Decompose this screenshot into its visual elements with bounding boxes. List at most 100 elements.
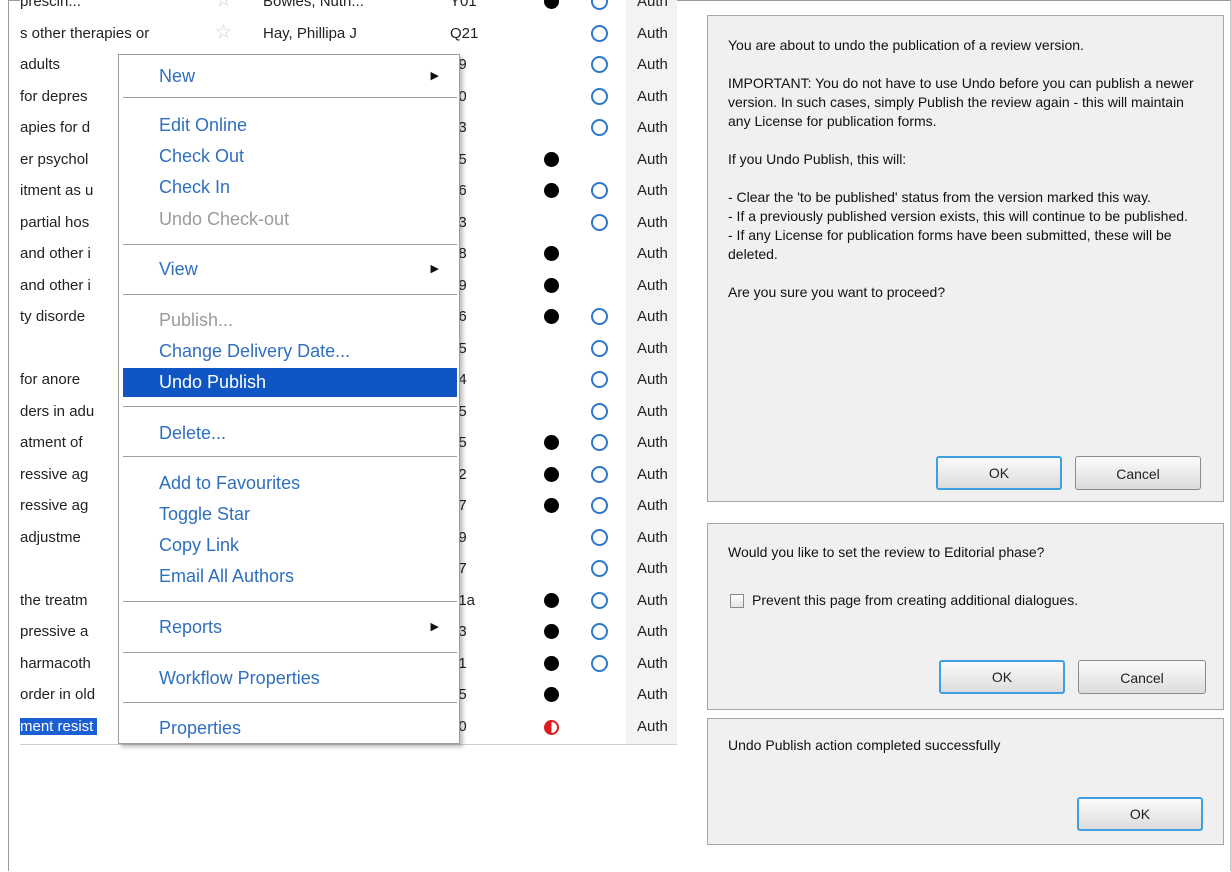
star-icon[interactable]: ☆ (215, 21, 232, 44)
menu-separator (123, 456, 457, 457)
review-title: ment resist (20, 717, 98, 735)
review-title: itment as u (20, 182, 94, 199)
ok-button[interactable]: OK (936, 456, 1062, 490)
review-title: ressive ag (20, 465, 89, 483)
table-row[interactable]: s other therapies or ☆ Hay, Phillipa J Q21 A… (20, 19, 677, 50)
stage-label: Auth (637, 213, 668, 231)
menu-item-label: Toggle Star (159, 504, 251, 524)
open-status-icon (591, 182, 608, 199)
review-code: Y01 (450, 0, 477, 10)
menu-item-label: Check Out (159, 146, 245, 166)
menu-item-change-delivery-date[interactable]: Change Delivery Date... (123, 337, 457, 366)
open-status-icon (591, 402, 608, 420)
review-title: harmacoth (20, 654, 91, 672)
review-title: for depres (20, 87, 88, 105)
menu-item-label: Publish... (159, 310, 234, 330)
review-title: pressive a (20, 623, 89, 640)
stage-label: Auth (637, 402, 668, 420)
stage-label: Auth (637, 150, 668, 168)
menu-item-label: Delete... (159, 423, 227, 443)
menu-item-toggle-star[interactable]: Toggle Star (123, 500, 457, 529)
menu-item-add-to-favourites[interactable]: Add to Favourites (123, 469, 457, 498)
menu-separator (123, 97, 457, 98)
review-title: order in old (20, 686, 96, 703)
half-status-icon (544, 719, 559, 735)
stage-label: Auth (637, 434, 668, 451)
stage-label: Auth (637, 686, 668, 703)
stage-label: Auth (637, 465, 668, 483)
review-title: the treatm (20, 591, 88, 609)
open-status-icon (591, 87, 608, 105)
stage-label: Auth (637, 0, 668, 10)
menu-separator (123, 601, 457, 602)
review-title: for anore (20, 371, 81, 388)
menu-item-properties[interactable]: Properties (123, 714, 457, 743)
review-author: Bowles, Nuth... (263, 0, 364, 10)
submenu-arrow-icon: ▶ (430, 70, 439, 82)
review-title: adjustme (20, 528, 81, 546)
filled-status-icon (544, 183, 559, 198)
menu-separator (123, 406, 457, 407)
menu-item-label: New (159, 66, 196, 86)
menu-item-label: View (159, 259, 198, 279)
stage-label: Auth (637, 623, 668, 640)
filled-status-icon (544, 435, 559, 450)
review-title: prescin... (20, 0, 81, 10)
review-title: er psychol (20, 150, 89, 168)
filled-status-icon (544, 246, 559, 261)
cancel-button[interactable]: Cancel (1075, 456, 1201, 490)
open-status-icon (591, 24, 608, 42)
context-menu: New ▶ Edit Online Check Out Check In Undo Che… (118, 54, 460, 744)
menu-item-view[interactable]: View ▶ (123, 255, 457, 284)
open-status-icon (591, 213, 608, 231)
editorial-phase-dialog: Would you like to set the review to Edit… (707, 523, 1224, 710)
cancel-button[interactable]: Cancel (1078, 660, 1206, 694)
stage-label: Auth (637, 56, 668, 73)
review-title: and other i (20, 245, 91, 262)
menu-item-new[interactable]: New ▶ (123, 62, 457, 91)
menu-item-reports[interactable]: Reports ▶ (123, 613, 457, 642)
stage-label: Auth (637, 717, 668, 735)
filled-status-icon (544, 151, 559, 167)
menu-item-label: Check In (159, 177, 231, 197)
menu-item-label: Email All Authors (159, 566, 295, 586)
review-title: atment of (20, 434, 83, 451)
review-title: ressive ag (20, 497, 89, 514)
review-title: ders in adu (20, 402, 95, 420)
review-code: Q21 (450, 24, 479, 42)
review-author: Hay, Phillipa J (263, 24, 357, 42)
undo-publish-confirm-dialog: You are about to undo the publication of… (707, 15, 1224, 502)
menu-item-label: Undo Publish (159, 372, 267, 392)
ok-button[interactable]: OK (939, 660, 1065, 694)
open-status-icon (591, 119, 608, 136)
menu-item-publish: Publish... (123, 306, 457, 335)
menu-item-edit-online[interactable]: Edit Online (123, 111, 457, 140)
review-title: partial hos (20, 213, 90, 231)
stage-label: Auth (637, 245, 668, 262)
filled-status-icon (544, 592, 559, 608)
review-title: ty disorde (20, 308, 86, 325)
prevent-dialogues-checkbox[interactable] (730, 594, 744, 608)
menu-item-undo-publish[interactable]: Undo Publish (123, 368, 457, 397)
menu-item-check-out[interactable]: Check Out (123, 142, 457, 171)
star-icon[interactable]: ☆ (215, 0, 232, 12)
menu-item-email-all-authors[interactable]: Email All Authors (123, 562, 457, 591)
stage-label: Auth (637, 591, 668, 609)
ok-button[interactable]: OK (1077, 797, 1203, 831)
review-title: s other therapies or (20, 24, 150, 42)
stage-label: Auth (637, 654, 668, 672)
open-status-icon (591, 654, 608, 672)
menu-item-label: Undo Check-out (159, 209, 290, 229)
menu-item-label: Copy Link (159, 535, 240, 555)
submenu-arrow-icon: ▶ (430, 621, 439, 633)
menu-item-workflow-properties[interactable]: Workflow Properties (123, 664, 457, 693)
stage-label: Auth (637, 119, 668, 136)
menu-item-label: Edit Online (159, 115, 248, 135)
menu-item-delete[interactable]: Delete... (123, 419, 457, 448)
menu-item-label: Properties (159, 718, 242, 738)
open-status-icon (591, 339, 608, 357)
menu-item-copy-link[interactable]: Copy Link (123, 531, 457, 560)
menu-item-check-in[interactable]: Check In (123, 173, 457, 202)
submenu-arrow-icon: ▶ (430, 263, 439, 275)
table-row[interactable]: prescin... ☆ Bowles, Nuth... Y01 Auth (20, 0, 677, 18)
